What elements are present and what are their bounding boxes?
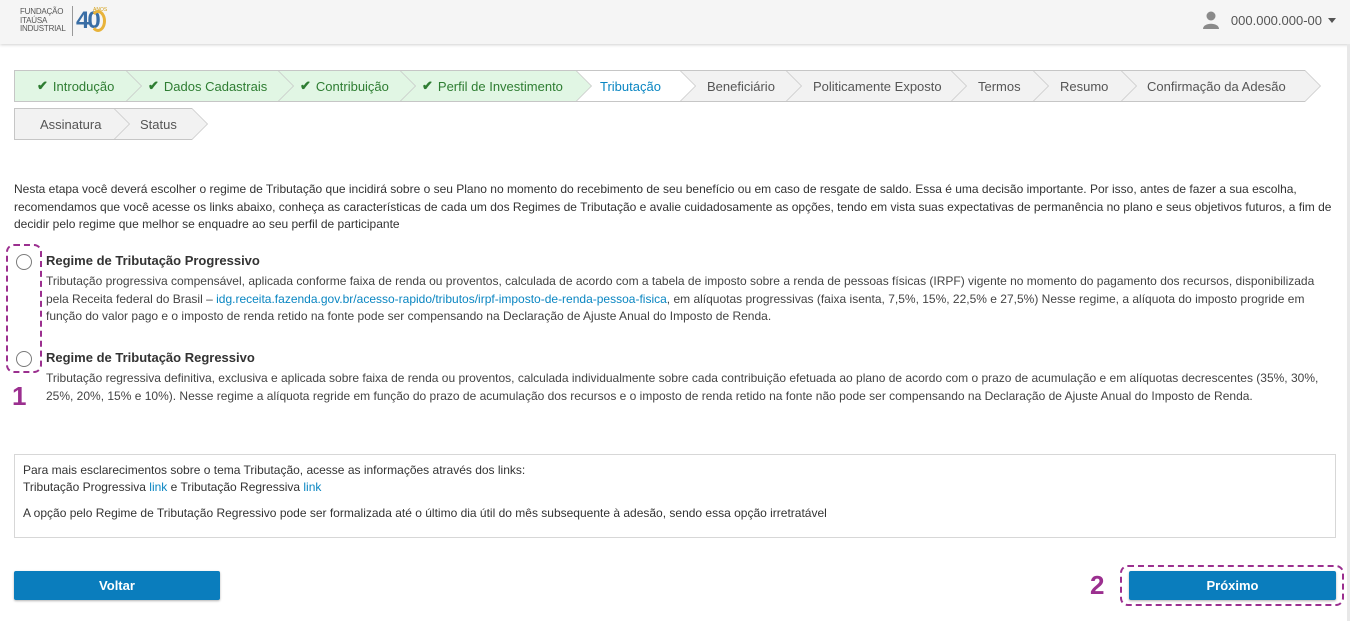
check-icon: ✔: [37, 78, 48, 93]
next-button[interactable]: Próximo: [1129, 571, 1336, 600]
info-links-line: Tributação Progressiva link e Tributação…: [23, 479, 1327, 496]
back-button[interactable]: Voltar: [14, 571, 220, 600]
step-label: Perfil de Investimento: [437, 78, 563, 94]
step-politicamente-exposto[interactable]: Politicamente Exposto: [786, 70, 967, 102]
step-label: Beneficiário: [707, 78, 775, 94]
regressive-label: e Tributação Regressiva: [167, 480, 304, 494]
anniversary-badge: 40 ANOS: [76, 6, 108, 36]
option-description: Tributação regressiva definitiva, exclus…: [46, 371, 1319, 403]
check-icon: ✔: [300, 78, 311, 93]
step-contribuicao[interactable]: ✔ Contribuição: [278, 70, 416, 102]
regressive-link[interactable]: link: [303, 480, 321, 494]
step-label: Tributação: [600, 78, 661, 94]
step-introducao[interactable]: ✔ Introdução: [14, 70, 142, 102]
step-assinatura[interactable]: Assinatura: [14, 108, 130, 140]
progressive-link[interactable]: link: [149, 480, 167, 494]
badge-arc: [90, 10, 106, 32]
option-description: Tributação progressiva compensável, apli…: [46, 273, 1336, 326]
user-menu[interactable]: 000.000.000-00: [1202, 11, 1336, 29]
caret-down-icon[interactable]: [1328, 17, 1336, 23]
annotation-number-1: 1: [12, 381, 27, 411]
step-label: Assinatura: [40, 116, 102, 132]
info-line-1: Para mais esclarecimentos sobre o tema T…: [23, 463, 526, 477]
step-dados-cadastrais[interactable]: ✔ Dados Cadastrais: [126, 70, 294, 102]
top-header: FUNDAÇÃO ITAÚSA INDUSTRIAL 40 ANOS 000.0…: [0, 0, 1350, 44]
logo[interactable]: FUNDAÇÃO ITAÚSA INDUSTRIAL 40 ANOS: [20, 4, 108, 38]
step-label: Resumo: [1060, 78, 1109, 94]
user-id: 000.000.000-00: [1230, 12, 1322, 28]
step-perfil-investimento[interactable]: ✔ Perfil de Investimento: [400, 70, 592, 102]
option-title: Regime de Tributação Regressivo: [46, 350, 255, 365]
radio-regressive[interactable]: [16, 351, 32, 367]
check-icon: ✔: [422, 78, 433, 93]
step-label: Contribuição: [315, 78, 389, 94]
radio-progressive[interactable]: [16, 254, 32, 270]
user-icon: [1202, 11, 1219, 29]
step-confirmacao-adesao[interactable]: Confirmação da Adesão: [1121, 70, 1321, 102]
step-label: Status: [140, 116, 177, 132]
annotation-number-2: 2: [1090, 570, 1105, 600]
check-icon: ✔: [148, 78, 159, 93]
step-label: Termos: [978, 78, 1021, 94]
progressive-label: Tributação Progressiva: [23, 480, 146, 494]
logo-line-3: INDUSTRIAL: [20, 24, 66, 34]
option-title: Regime de Tributação Progressivo: [46, 253, 260, 268]
step-label: Dados Cadastrais: [163, 78, 268, 94]
logo-divider: [72, 6, 73, 36]
info-box: Para mais esclarecimentos sobre o tema T…: [14, 454, 1336, 538]
info-note: A opção pelo Regime de Tributação Regres…: [23, 506, 827, 520]
intro-text: Nesta etapa você deverá escolher o regim…: [14, 182, 1332, 231]
logo-text: FUNDAÇÃO ITAÚSA INDUSTRIAL: [20, 8, 68, 34]
step-label: Introdução: [52, 78, 115, 94]
step-label: Politicamente Exposto: [813, 78, 942, 94]
irpf-link[interactable]: idg.receita.fazenda.gov.br/acesso-rapido…: [216, 292, 667, 306]
step-label: Confirmação da Adesão: [1147, 78, 1286, 94]
